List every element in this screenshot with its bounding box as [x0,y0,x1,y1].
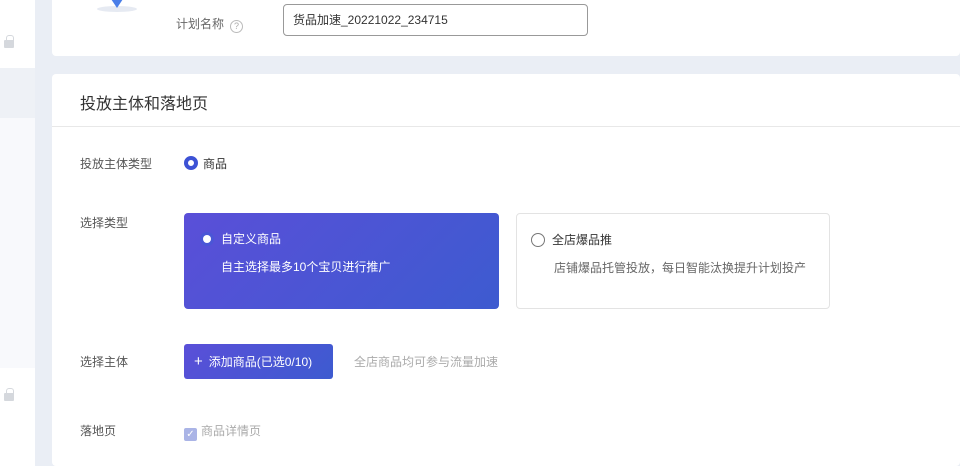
plan-name-input[interactable]: 货品加速_20221022_234715 [283,4,588,36]
select-type-label: 选择类型 [80,216,129,230]
sidebar [0,0,35,466]
plan-name-card: 计划名称? 货品加速_20221022_234715 [52,0,960,56]
help-icon[interactable]: ? [230,20,244,33]
radio-checked-icon [184,156,198,170]
add-hint: 全店商品均可参与流量加速 [354,355,499,369]
landing-page-label: 落地页 [80,424,117,438]
label-text: 计划名称 [176,17,225,31]
sidebar-item-active[interactable] [0,68,35,118]
checkbox-label: 商品详情页 [201,424,262,438]
plus-icon: + [194,353,203,370]
option-desc: 自主选择最多10个宝贝进行推广 [221,260,391,274]
option-custom-products[interactable]: 自定义商品 自主选择最多10个宝贝进行推广 [184,213,499,309]
sidebar-item[interactable] [0,118,35,368]
button-label: 添加商品(已选0/10) [208,355,313,369]
subject-type-radio[interactable]: 商品 [184,155,227,172]
select-subject-label: 选择主体 [80,355,129,369]
add-products-button[interactable]: + 添加商品(已选0/10) [184,344,333,379]
radio-unchecked-icon [531,233,545,247]
product-detail-checkbox[interactable]: ✓ 商品详情页 [184,422,261,441]
option-desc: 店铺爆品托管投放，每日智能汰换提升计划投产 [554,261,807,275]
illustration-icon [97,0,137,12]
radio-checked-icon [203,235,211,243]
divider [52,126,960,127]
radio-label: 商品 [203,157,228,171]
subject-type-label: 投放主体类型 [80,157,153,171]
lock-icon [4,388,14,401]
lock-icon [4,35,14,48]
option-title: 自定义商品 [221,232,282,246]
section-title: 投放主体和落地页 [80,96,209,113]
option-title: 全店爆品推 [552,233,613,247]
plan-name-label: 计划名称? [176,15,244,33]
checkbox-checked-icon: ✓ [184,428,197,441]
option-store-hot-products[interactable]: 全店爆品推 店铺爆品托管投放，每日智能汰换提升计划投产 [516,213,830,309]
subject-landing-card: 投放主体和落地页 投放主体类型 商品 选择类型 自定义商品 自主选择最多10个宝… [52,74,960,466]
